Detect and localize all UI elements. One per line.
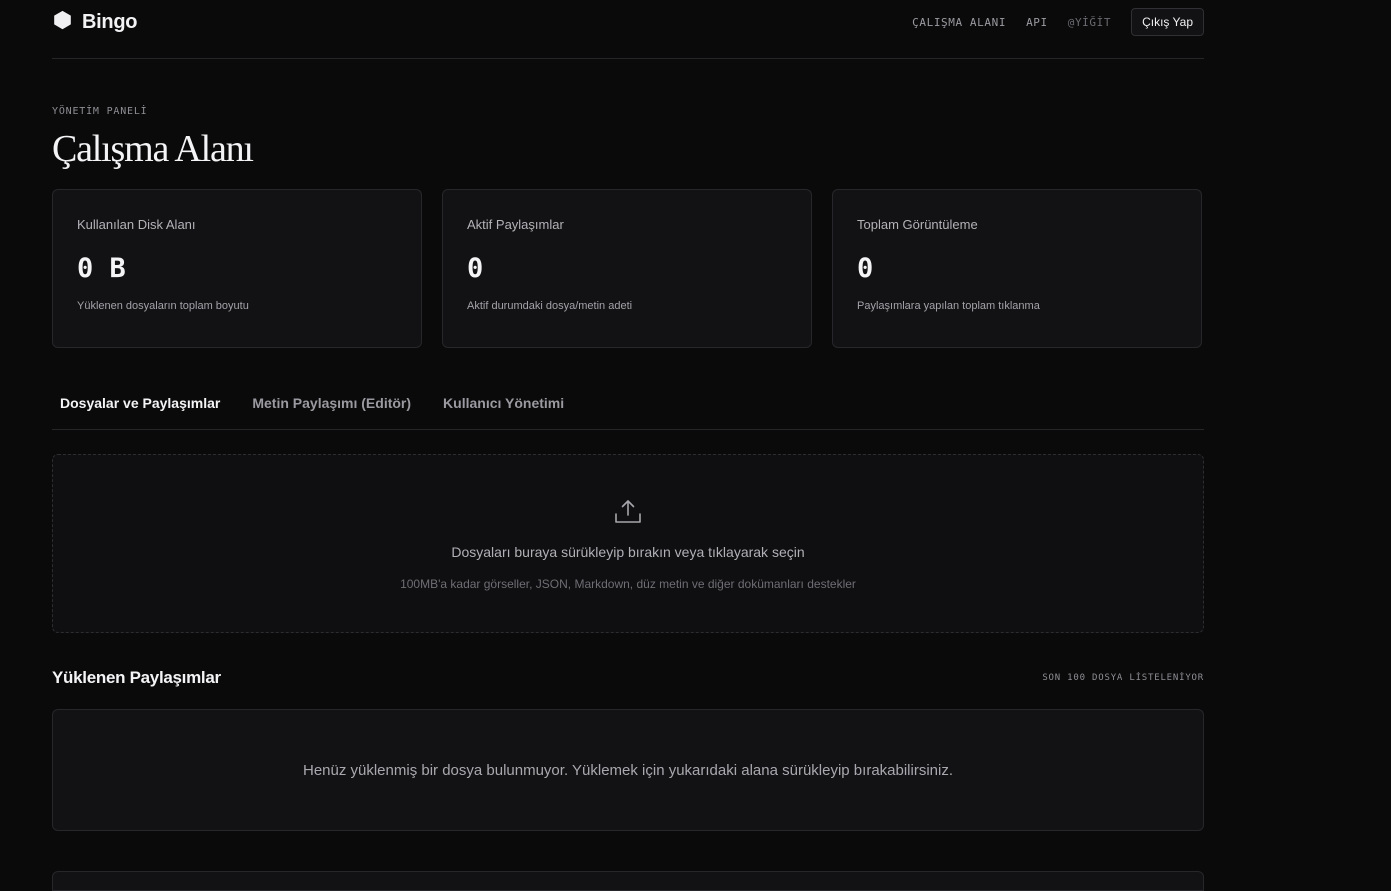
stat-label: Toplam Görüntüleme xyxy=(857,217,978,232)
stat-card-disk: Kullanılan Disk Alanı 0 B Yüklenen dosya… xyxy=(52,189,422,348)
page-eyebrow: YÖNETİM PANELİ xyxy=(52,106,148,117)
page-container: Bingo ÇALIŞMA ALANI API @YİĞİT Çıkış Yap… xyxy=(52,0,1204,891)
uploads-empty-state: Henüz yüklenmiş bir dosya bulunmuyor. Yü… xyxy=(52,709,1204,831)
stat-label: Kullanılan Disk Alanı xyxy=(77,217,196,232)
uploads-header: Yüklenen Paylaşımlar SON 100 DOSYA LİSTE… xyxy=(52,668,1204,688)
dropzone-subtitle: 100MB'a kadar görseller, JSON, Markdown,… xyxy=(400,577,856,591)
empty-state-text: Henüz yüklenmiş bir dosya bulunmuyor. Yü… xyxy=(302,761,954,779)
stat-value: 0 xyxy=(857,253,874,284)
stat-card-active-shares: Aktif Paylaşımlar 0 Aktif durumdaki dosy… xyxy=(442,189,812,348)
tab-text-editor[interactable]: Metin Paylaşımı (Editör) xyxy=(252,395,411,417)
stat-card-views: Toplam Görüntüleme 0 Paylaşımlara yapıla… xyxy=(832,189,1202,348)
stat-description: Paylaşımlara yapılan toplam tıklanma xyxy=(857,300,1040,312)
upload-icon xyxy=(614,455,642,530)
top-nav: ÇALIŞMA ALANI API @YİĞİT Çıkış Yap xyxy=(912,8,1204,36)
tab-files[interactable]: Dosyalar ve Paylaşımlar xyxy=(60,395,220,417)
next-section-card xyxy=(52,871,1204,891)
hexagon-logo-icon xyxy=(52,9,73,36)
nav-user-label: @YİĞİT xyxy=(1067,15,1112,29)
tab-user-management[interactable]: Kullanıcı Yönetimi xyxy=(443,395,564,417)
brand-name: Bingo xyxy=(82,10,138,33)
stat-value: 0 xyxy=(467,253,484,284)
brand[interactable]: Bingo xyxy=(52,9,137,36)
top-header: Bingo ÇALIŞMA ALANI API @YİĞİT Çıkış Yap xyxy=(52,0,1204,59)
stats-row: Kullanılan Disk Alanı 0 B Yüklenen dosya… xyxy=(52,189,1204,348)
dropzone-title: Dosyaları buraya sürükleyip bırakın veya… xyxy=(451,544,805,560)
logout-button[interactable]: Çıkış Yap xyxy=(1131,8,1204,36)
uploads-meta: SON 100 DOSYA LİSTELENİYOR xyxy=(1042,673,1204,683)
nav-workspace-link[interactable]: ÇALIŞMA ALANI xyxy=(912,16,1006,29)
stat-description: Yüklenen dosyaların toplam boyutu xyxy=(77,300,249,312)
stat-description: Aktif durumdaki dosya/metin adeti xyxy=(467,300,633,312)
stat-value: 0 B xyxy=(77,253,126,284)
uploads-title: Yüklenen Paylaşımlar xyxy=(52,668,221,687)
file-dropzone[interactable]: Dosyaları buraya sürükleyip bırakın veya… xyxy=(52,454,1204,633)
page-title: Çalışma Alanı xyxy=(52,128,254,170)
stat-label: Aktif Paylaşımlar xyxy=(467,217,564,232)
tab-bar: Dosyalar ve Paylaşımlar Metin Paylaşımı … xyxy=(52,382,1204,430)
nav-api-link[interactable]: API xyxy=(1026,16,1048,29)
